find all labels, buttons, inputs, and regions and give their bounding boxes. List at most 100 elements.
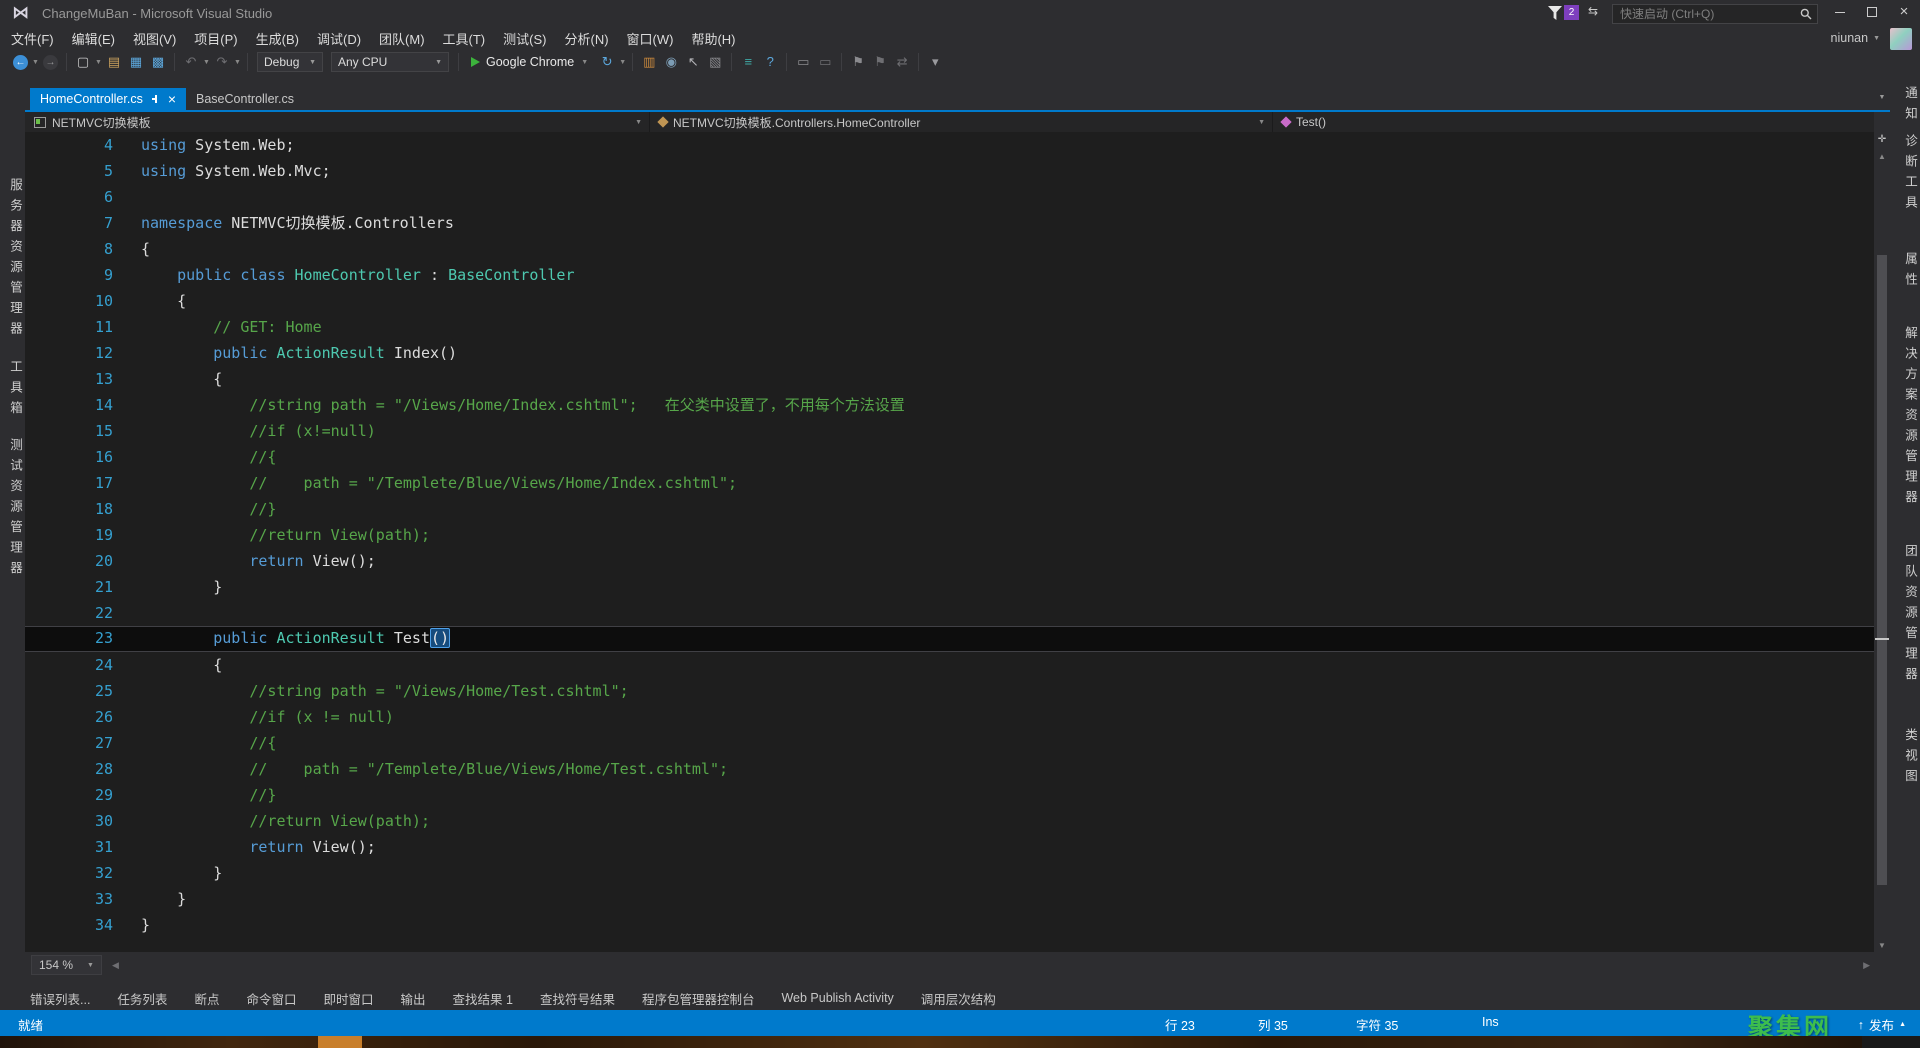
code-line-7[interactable]: 7namespace NETMVC切换模板.Controllers: [25, 210, 1874, 236]
line-number[interactable]: 5: [25, 158, 113, 184]
line-number[interactable]: 32: [25, 860, 113, 886]
right-tool-tab[interactable]: 通知: [1890, 86, 1920, 127]
code-line-22[interactable]: 22: [25, 600, 1874, 626]
menu-item[interactable]: 分析(N): [555, 27, 617, 50]
code-line-26[interactable]: 26 //if (x != null): [25, 704, 1874, 730]
new-file-icon[interactable]: ▢: [72, 52, 94, 72]
bottom-panel-tab[interactable]: 即时窗口: [323, 989, 373, 1008]
save-icon[interactable]: ▦: [125, 52, 147, 72]
line-number[interactable]: 26: [25, 704, 113, 730]
bottom-panel-tab[interactable]: 程序包管理器控制台: [642, 989, 755, 1008]
line-number[interactable]: 27: [25, 730, 113, 756]
line-number[interactable]: 4: [25, 132, 113, 158]
project-dropdown[interactable]: NETMVC切换模板 ▼: [25, 112, 650, 132]
pin-icon[interactable]: [151, 94, 161, 104]
code-line-18[interactable]: 18 //}: [25, 496, 1874, 522]
add-item-icon[interactable]: ▤: [103, 52, 125, 72]
menu-item[interactable]: 编辑(E): [63, 27, 124, 50]
bottom-panel-tab[interactable]: Web Publish Activity: [781, 991, 893, 1005]
menu-item[interactable]: 文件(F): [2, 27, 63, 50]
bottom-panel-tab[interactable]: 命令窗口: [246, 989, 296, 1008]
left-tool-tab[interactable]: 服务器资源管理器: [0, 178, 25, 342]
line-number[interactable]: 28: [25, 756, 113, 782]
code-line-24[interactable]: 24 {: [25, 652, 1874, 678]
code-line-34[interactable]: 34}: [25, 912, 1874, 938]
bottom-panel-tab[interactable]: 任务列表: [117, 989, 167, 1008]
line-number[interactable]: 31: [25, 834, 113, 860]
bottom-panel-tab[interactable]: 错误列表...: [30, 989, 90, 1008]
code-line-5[interactable]: 5using System.Web.Mvc;: [25, 158, 1874, 184]
line-number[interactable]: 25: [25, 678, 113, 704]
line-number[interactable]: 22: [25, 600, 113, 626]
code-line-10[interactable]: 10 {: [25, 288, 1874, 314]
line-number[interactable]: 8: [25, 236, 113, 262]
code-line-32[interactable]: 32 }: [25, 860, 1874, 886]
browser-link-icon[interactable]: ◉: [660, 52, 682, 72]
code-line-27[interactable]: 27 //{: [25, 730, 1874, 756]
line-number[interactable]: 20: [25, 548, 113, 574]
type-dropdown[interactable]: NETMVC切换模板.Controllers.HomeController ▼: [650, 112, 1273, 132]
document-tab[interactable]: BaseController.cs: [186, 88, 304, 110]
user-avatar[interactable]: [1890, 28, 1912, 50]
line-number[interactable]: 17: [25, 470, 113, 496]
line-number[interactable]: 16: [25, 444, 113, 470]
navigate-backward-icon[interactable]: ←: [13, 55, 28, 70]
chevron-down-icon[interactable]: ▼: [618, 59, 627, 66]
menu-item[interactable]: 工具(T): [434, 27, 495, 50]
save-all-icon[interactable]: ▩: [147, 52, 169, 72]
comment-icon[interactable]: ▭: [792, 52, 814, 72]
document-tab[interactable]: HomeController.cs×: [30, 88, 186, 110]
code-line-30[interactable]: 30 //return View(path);: [25, 808, 1874, 834]
chevron-down-icon[interactable]: ▼: [233, 59, 242, 66]
code-line-13[interactable]: 13 {: [25, 366, 1874, 392]
menu-item[interactable]: 视图(V): [124, 27, 185, 50]
indent-icon[interactable]: ⇄: [891, 52, 913, 72]
member-dropdown[interactable]: Test(): [1273, 112, 1874, 132]
quick-launch-input[interactable]: [1618, 6, 1800, 22]
menu-item[interactable]: 调试(D): [308, 27, 370, 50]
restore-button[interactable]: [1858, 2, 1886, 22]
code-line-17[interactable]: 17 // path = "/Templete/Blue/Views/Home/…: [25, 470, 1874, 496]
close-icon[interactable]: ×: [168, 93, 176, 105]
code-line-15[interactable]: 15 //if (x!=null): [25, 418, 1874, 444]
package-icon[interactable]: ▥: [638, 52, 660, 72]
solution-config-select[interactable]: Debug▼: [257, 52, 323, 72]
scrollbar-thumb[interactable]: [1877, 255, 1887, 885]
right-tool-tab[interactable]: 团队资源管理器: [1890, 544, 1920, 688]
line-number[interactable]: 12: [25, 340, 113, 366]
code-line-28[interactable]: 28 // path = "/Templete/Blue/Views/Home/…: [25, 756, 1874, 782]
publish-button[interactable]: ↑ 发布 ▲: [1858, 1015, 1906, 1034]
vertical-scrollbar[interactable]: ▼ ✛ ▲ ▼: [1874, 92, 1890, 952]
line-number[interactable]: 24: [25, 652, 113, 678]
line-number[interactable]: 19: [25, 522, 113, 548]
code-line-11[interactable]: 11 // GET: Home: [25, 314, 1874, 340]
line-number[interactable]: 29: [25, 782, 113, 808]
code-line-16[interactable]: 16 //{: [25, 444, 1874, 470]
right-tool-tab[interactable]: 诊断工具: [1890, 134, 1920, 216]
chevron-down-icon[interactable]: ▼: [635, 119, 642, 126]
line-number[interactable]: 6: [25, 184, 113, 210]
line-number[interactable]: 7: [25, 210, 113, 236]
chevron-down-icon[interactable]: ▼: [202, 59, 211, 66]
right-tool-tab[interactable]: 解决方案资源管理器: [1890, 326, 1920, 511]
task-list-icon[interactable]: ≡: [737, 52, 759, 72]
menu-item[interactable]: 测试(S): [494, 27, 555, 50]
toolbar-overflow-icon[interactable]: ▾: [924, 52, 946, 72]
menu-item[interactable]: 生成(B): [247, 27, 308, 50]
selection-icon[interactable]: ↖: [682, 52, 704, 72]
code-line-8[interactable]: 8{: [25, 236, 1874, 262]
line-number[interactable]: 21: [25, 574, 113, 600]
bottom-panel-tab[interactable]: 输出: [400, 989, 425, 1008]
horizontal-scrollbar[interactable]: [119, 952, 1853, 978]
menu-item[interactable]: 帮助(H): [682, 27, 744, 50]
bookmark-next-icon[interactable]: ⚑: [869, 52, 891, 72]
code-line-20[interactable]: 20 return View();: [25, 548, 1874, 574]
chevron-down-icon[interactable]: ▼: [1258, 119, 1265, 126]
notifications-funnel-icon[interactable]: [1548, 6, 1562, 20]
menu-item[interactable]: 窗口(W): [618, 27, 683, 50]
code-line-33[interactable]: 33 }: [25, 886, 1874, 912]
uncomment-icon[interactable]: ▭: [814, 52, 836, 72]
line-number[interactable]: 34: [25, 912, 113, 938]
editor-zoom-control[interactable]: 154 % ▼: [31, 955, 102, 975]
right-tool-tab[interactable]: 属性: [1890, 252, 1920, 293]
